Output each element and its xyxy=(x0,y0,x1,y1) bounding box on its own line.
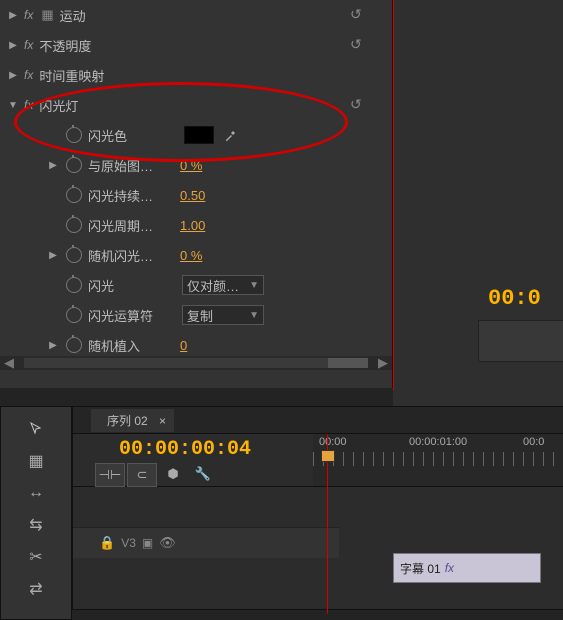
effect-motion[interactable]: ▶ fx ▦ 运动 ↺ xyxy=(0,0,392,30)
playhead-handle[interactable] xyxy=(321,450,335,462)
effect-name: 运动 xyxy=(60,6,86,25)
ripple-tool[interactable]: ↔ xyxy=(24,481,48,505)
playhead-line[interactable] xyxy=(393,0,394,390)
track-name: V3 xyxy=(121,536,136,550)
reset-icon[interactable]: ↺ xyxy=(350,6,368,24)
param-value[interactable]: 0 % xyxy=(180,158,202,173)
stopwatch-icon[interactable] xyxy=(66,217,82,233)
effect-strobe[interactable]: ▼ fx 闪光灯 ↺ xyxy=(0,90,392,120)
slip-tool[interactable]: ⇄ xyxy=(24,577,48,601)
param-label: 闪光 xyxy=(88,276,176,295)
param-label: 闪光周期… xyxy=(88,216,176,235)
param-label: 闪光持续… xyxy=(88,186,176,205)
mode-dropdown[interactable]: 仅对颜…▼ xyxy=(182,275,264,295)
timeline-clip[interactable]: 字幕 01 fx xyxy=(393,553,541,583)
lock-icon[interactable]: 🔒 xyxy=(99,535,115,551)
eye-icon[interactable]: 👁 xyxy=(159,535,176,551)
track-select-tool[interactable]: ▦ xyxy=(24,449,48,473)
twirl-icon[interactable]: ▶ xyxy=(49,340,57,351)
twirl-icon[interactable]: ▶ xyxy=(9,40,17,51)
source-timecode[interactable]: 00:0 xyxy=(488,286,541,311)
chevron-down-icon: ▼ xyxy=(249,280,259,291)
param-operator: 闪光运算符 复制▼ xyxy=(0,300,392,330)
param-label: 闪光运算符 xyxy=(88,306,176,325)
param-mode: 闪光 仅对颜…▼ xyxy=(0,270,392,300)
operator-dropdown[interactable]: 复制▼ xyxy=(182,305,264,325)
fx-badge-icon: fx xyxy=(24,8,33,22)
param-label: 与原始图… xyxy=(88,156,176,175)
scrollbar-thumb[interactable] xyxy=(328,358,368,368)
reset-icon[interactable]: ↺ xyxy=(350,96,368,114)
stopwatch-icon[interactable] xyxy=(66,187,82,203)
timeline-tabs: 序列 02 × xyxy=(73,407,563,434)
param-label: 闪光色 xyxy=(88,126,176,145)
settings-button[interactable]: 🔧 xyxy=(189,463,217,485)
effect-controls-panel: ▶ fx ▦ 运动 ↺ ▶ fx 不透明度 ↺ ▶ fx 时间重映射 ▼ fx … xyxy=(0,0,393,388)
reset-icon[interactable]: ↺ xyxy=(350,36,368,54)
stopwatch-icon[interactable] xyxy=(66,127,82,143)
param-value[interactable]: 1.00 xyxy=(180,218,205,233)
clip-name: 字幕 01 xyxy=(400,560,441,577)
sequence-tab[interactable]: 序列 02 × xyxy=(91,409,174,432)
ruler-label: 00:00:01:00 xyxy=(409,436,467,448)
param-strobe-color: 闪光色 xyxy=(0,120,392,150)
param-duration: 闪光持续… 0.50 xyxy=(0,180,392,210)
param-blend: ▶ 与原始图… 0 % xyxy=(0,150,392,180)
twirl-icon[interactable]: ▶ xyxy=(49,160,57,171)
effect-name: 不透明度 xyxy=(39,36,91,55)
stopwatch-icon[interactable] xyxy=(66,247,82,263)
color-swatch[interactable] xyxy=(184,126,214,144)
param-random: ▶ 随机闪光… 0 % xyxy=(0,240,392,270)
stopwatch-icon[interactable] xyxy=(66,337,82,353)
playhead[interactable] xyxy=(327,434,328,614)
rate-stretch-tool[interactable]: ⇆ xyxy=(24,513,48,537)
track-toggle-icon[interactable]: ▣ xyxy=(142,536,153,550)
clip-fx-badge: fx xyxy=(445,561,454,575)
razor-tool[interactable]: ✂ xyxy=(24,545,48,569)
stopwatch-icon[interactable] xyxy=(66,307,82,323)
twirl-down-icon[interactable]: ▼ xyxy=(8,100,18,111)
track-header-v3[interactable]: 🔒 V3 ▣ 👁 xyxy=(73,527,339,558)
marker-button[interactable]: ⬢ xyxy=(159,463,187,485)
param-value[interactable]: 0.50 xyxy=(180,188,205,203)
twirl-icon[interactable]: ▶ xyxy=(9,10,17,21)
snap-button[interactable]: ⊣⊢ xyxy=(95,463,125,487)
right-track-strip xyxy=(478,320,563,362)
stopwatch-icon[interactable] xyxy=(66,157,82,173)
time-ruler[interactable]: 00:00 00:00:01:00 00:0 xyxy=(313,434,563,486)
ruler-label: 00:00 xyxy=(319,436,347,448)
horizontal-scrollbar[interactable]: ◀ ▶ xyxy=(0,356,392,370)
ruler-label: 00:0 xyxy=(523,436,544,448)
fx-badge-icon: fx xyxy=(24,68,33,82)
timeline-panel: 序列 02 × 00:00:00:04 ⊣⊢ ⊂ ⬢ 🔧 00:00 00:00… xyxy=(72,406,563,610)
fx-badge-icon: fx xyxy=(24,98,33,112)
param-period: 闪光周期… 1.00 xyxy=(0,210,392,240)
param-label: 随机植入 xyxy=(88,336,176,355)
eyedropper-icon[interactable] xyxy=(224,128,238,142)
param-value[interactable]: 0 % xyxy=(180,248,202,263)
effect-name: 闪光灯 xyxy=(39,96,78,115)
tool-palette: ▦ ↔ ⇆ ✂ ⇄ xyxy=(0,406,72,620)
param-label: 随机闪光… xyxy=(88,246,176,265)
selection-tool[interactable] xyxy=(24,417,48,441)
effect-time-remap[interactable]: ▶ fx 时间重映射 xyxy=(0,60,392,90)
effect-opacity[interactable]: ▶ fx 不透明度 ↺ xyxy=(0,30,392,60)
linked-selection-button[interactable]: ⊂ xyxy=(127,463,157,487)
fx-badge-icon: fx xyxy=(24,38,33,52)
stopwatch-icon[interactable] xyxy=(66,277,82,293)
chevron-down-icon: ▼ xyxy=(249,310,259,321)
timeline-timecode[interactable]: 00:00:00:04 xyxy=(73,434,313,461)
param-value[interactable]: 0 xyxy=(180,338,187,353)
twirl-icon[interactable]: ▶ xyxy=(49,250,57,261)
motion-extra-icon: ▦ xyxy=(41,7,53,23)
twirl-icon[interactable]: ▶ xyxy=(9,70,17,81)
effect-name: 时间重映射 xyxy=(39,66,104,85)
